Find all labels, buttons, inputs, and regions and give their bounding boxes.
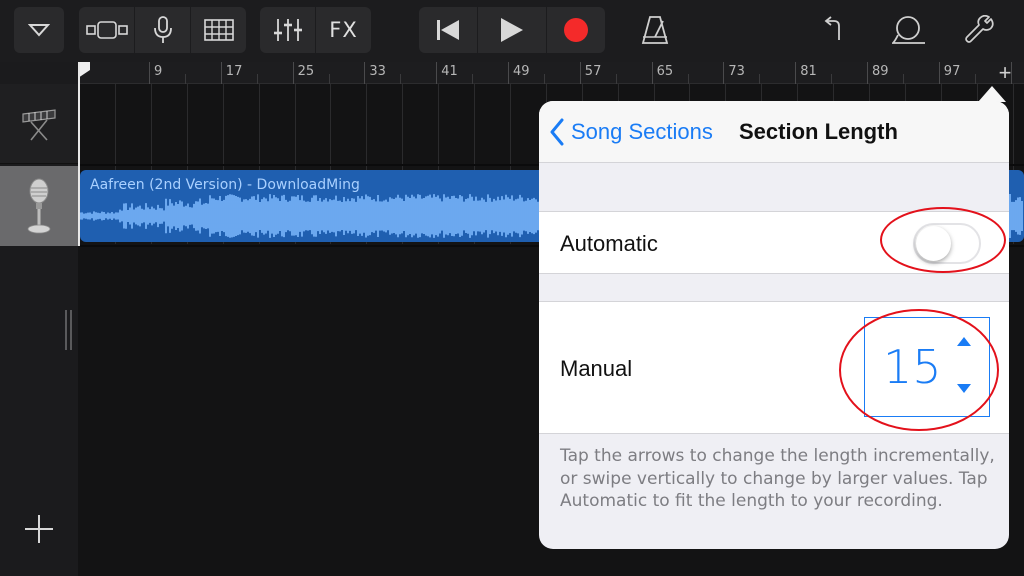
ruler-tick [615,74,617,84]
add-section-icon[interactable]: + [994,60,1016,85]
track-view-icon [85,21,128,39]
timeline-ruler[interactable]: 9 17 25 33 41 49 57 65 73 81 89 97 [78,62,1024,84]
chevron-left-icon [550,118,564,146]
popover-arrow [978,86,1006,102]
back-label: Song Sections [571,119,713,144]
ruler-tick [292,62,294,84]
annotation-circle [839,309,999,431]
play-icon [501,18,523,42]
toolbar: FX [0,0,1024,62]
go-to-start-icon [437,20,459,40]
help-text: Tap the arrows to change the length incr… [560,446,995,511]
browser-button[interactable] [14,7,64,53]
ruler-tick [831,74,833,84]
bar-number: 97 [943,64,961,79]
ruler-tick [579,62,581,84]
garageband-window: FX 9 17 25 33 41 49 57 65 73 81 89 97 + … [0,0,1024,576]
track-view-button[interactable] [79,7,134,53]
track-headers [0,62,78,576]
popover-nav-bar: Song Sections Section Length [539,101,1009,163]
transport-controls [419,7,605,53]
bar-number: 49 [513,64,530,79]
microphone-icon [153,16,172,43]
ruler-tick [974,74,976,84]
view-controls [79,7,246,53]
metronome-icon [641,16,669,44]
triangle-down-icon [28,24,50,37]
bar-number: 25 [297,64,315,79]
settings-button[interactable] [955,7,1005,53]
metronome-button[interactable] [627,7,683,53]
undo-button[interactable] [810,7,860,53]
ruler-tick [723,62,725,84]
loop-button[interactable] [884,7,934,53]
bar-number: 73 [728,64,745,79]
go-to-start-button[interactable] [419,7,477,53]
record-button[interactable] [547,7,605,53]
ruler-tick [902,74,904,84]
ruler-tick [328,74,330,84]
bar-number: 57 [584,64,602,79]
ruler-tick [508,62,509,84]
ruler-tick [220,62,222,84]
undo-icon [824,16,840,40]
annotation-circle [880,207,1006,273]
ruler-tick [687,74,689,84]
ruler-tick [651,62,653,84]
grid-button[interactable] [191,7,246,53]
track-header-keyboard[interactable] [0,84,78,164]
mic-button[interactable] [135,7,190,53]
ruler-tick [436,62,438,84]
keyboard-icon [22,108,56,141]
ruler-tick [759,74,761,84]
track-header-audio-recorder[interactable] [0,166,78,246]
bar-number: 41 [441,64,458,79]
add-track-button[interactable] [22,512,56,546]
ruler-tick [795,62,797,84]
ruler-tick [867,62,868,84]
region-title: Aafreen (2nd Version) - DownloadMing [90,177,360,193]
mixer-button[interactable] [260,7,315,53]
ruler-tick [543,74,545,84]
automatic-label: Automatic [560,231,658,256]
record-icon [564,18,588,42]
ruler-tick [149,62,150,84]
bar-number: 81 [800,64,817,79]
bar-number: 89 [872,64,889,79]
ruler-tick [364,62,366,84]
resize-handle[interactable] [64,310,74,350]
play-button[interactable] [478,7,546,53]
ruler-tick [184,74,186,84]
manual-label: Manual [560,356,633,381]
ruler-tick [938,62,940,84]
ruler-tick [256,74,258,84]
bar-number: 33 [369,64,386,79]
ruler-tick [400,74,402,84]
wrench-icon [965,15,994,43]
grid-icon [203,19,234,41]
mix-controls: FX [260,7,371,53]
fx-button[interactable]: FX [316,7,371,53]
back-button[interactable]: Song Sections [549,115,713,149]
mixer-sliders-icon [273,19,302,41]
ruler-tick [472,74,474,84]
bar-number: 9 [154,64,163,79]
bar-number: 17 [225,64,243,79]
bar-number: 65 [656,64,674,79]
plus-icon [25,515,53,543]
loop-icon [892,16,925,44]
microphone-icon [27,178,51,234]
popover-title: Section Length [739,119,898,144]
fx-label: FX [329,18,358,42]
